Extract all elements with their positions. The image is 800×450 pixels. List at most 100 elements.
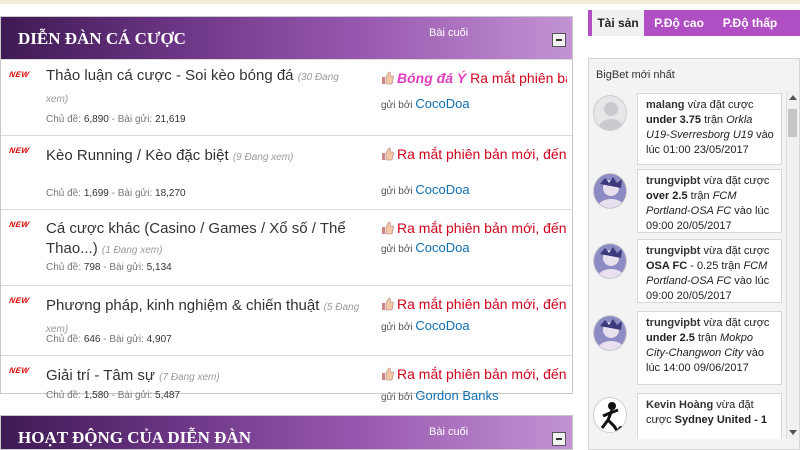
- last-post-column-label: Bài cuối: [429, 426, 469, 438]
- avatar[interactable]: [593, 173, 627, 209]
- posts-label: Bài gửi:: [117, 188, 153, 199]
- forum-title: DIỄN ĐÀN CÁ CƯỢC: [18, 29, 186, 48]
- match-prefix: trận: [721, 260, 741, 272]
- avatar[interactable]: [593, 243, 627, 279]
- bet-pick: over 2.5: [646, 190, 688, 202]
- scroll-thumb[interactable]: [788, 109, 797, 137]
- forum-row: NEW Giải trí - Tâm sự (7 Đang xem) Chủ đ…: [1, 355, 572, 403]
- thumbs-up-icon: [382, 367, 394, 381]
- last-post[interactable]: Ra mắt phiên bản mới, đến...: [381, 296, 567, 312]
- bettor-name[interactable]: trungvipbt: [646, 245, 700, 257]
- bet-bubble: trungvipbt vừa đặt cược over 2.5 trận FC…: [637, 169, 782, 233]
- bettor-name[interactable]: Kevin Hoàng: [646, 399, 713, 411]
- last-post-title[interactable]: Ra mắt phiên bản mới, đến...: [397, 296, 567, 312]
- posts-label: Bài gửi:: [109, 262, 144, 273]
- posts-count: 5,487: [155, 390, 181, 401]
- new-badge-icon: NEW: [8, 296, 31, 305]
- posts-label: Bài gửi:: [109, 334, 144, 345]
- posted-by-label: gửi bởi: [381, 244, 413, 255]
- new-badge-icon: NEW: [8, 146, 31, 155]
- forum-title-text[interactable]: Giải trí - Tâm sự: [46, 367, 155, 384]
- feed-scrollbar[interactable]: [786, 91, 798, 439]
- tab-assets[interactable]: Tài sản: [592, 10, 644, 36]
- forum-stats: Chủ đề: 1,580 - Bài gửi: 5,487: [46, 390, 181, 401]
- author-link[interactable]: CocoDoa: [415, 240, 469, 255]
- forum-row: NEW Cá cược khác (Casino / Games / Xổ số…: [1, 209, 572, 285]
- sidebar-tabs: Tài sản P.Độ cao P.Độ thấp: [588, 10, 800, 36]
- threads-label: Chủ đề:: [46, 390, 82, 401]
- forum-title-text[interactable]: Phương pháp, kinh nghiệm & chiến thuật: [46, 297, 319, 314]
- collapse-button[interactable]: [552, 432, 566, 446]
- user-avatar-icon: [594, 244, 626, 278]
- top-border: [0, 0, 800, 4]
- activity-title: HOẠT ĐỘNG CỦA DIỄN ĐÀN: [18, 428, 251, 447]
- bettor-name[interactable]: malang: [646, 99, 685, 111]
- new-badge-icon: NEW: [8, 220, 31, 229]
- avatar[interactable]: [593, 95, 627, 131]
- footballer-avatar-icon: [594, 398, 626, 432]
- bigbet-panel: BigBet mới nhất malang vừa đặt cược unde…: [588, 58, 800, 450]
- avatar[interactable]: [593, 315, 627, 351]
- author-link[interactable]: Gordon Banks: [415, 388, 498, 403]
- threads-count: 798: [83, 262, 101, 273]
- viewing-count: (7 Đang xem): [159, 372, 220, 383]
- posts-count: 18,270: [155, 188, 186, 199]
- last-post[interactable]: Ra mắt phiên bản mới, đến...: [381, 146, 567, 162]
- forum-stats: Chủ đề: 1,699 - Bài gửi: 18,270: [46, 188, 186, 199]
- avatar[interactable]: [593, 397, 627, 433]
- collapse-button[interactable]: [552, 33, 566, 47]
- author-link[interactable]: CocoDoa: [415, 318, 469, 333]
- posts-label: Bài gửi:: [117, 390, 153, 401]
- match-prefix: trận: [704, 114, 724, 126]
- bet-pick: under 2.5: [646, 332, 695, 344]
- last-post[interactable]: Bóng đá Ý Ra mắt phiên bản mới: [381, 70, 567, 86]
- bet-verb: vừa đặt cược: [703, 245, 770, 257]
- bettor-name[interactable]: trungvipbt: [646, 317, 700, 329]
- activity-panel-header: HOẠT ĐỘNG CỦA DIỄN ĐÀN Bài cuối: [0, 415, 573, 450]
- new-badge-icon: NEW: [8, 366, 31, 375]
- bet-bubble: trungvipbt vừa đặt cược under 2.5 trận M…: [637, 311, 782, 385]
- tab-high-form[interactable]: P.Độ cao: [648, 10, 710, 36]
- last-post-title[interactable]: Ra mắt phiên bản mới, đến...: [397, 220, 567, 236]
- forum-link[interactable]: Thảo luận cá cược - Soi kèo bóng đá (30 …: [46, 66, 361, 110]
- last-post-title[interactable]: Ra mắt phiên bản mới: [470, 70, 567, 86]
- scroll-down-icon[interactable]: [789, 430, 797, 435]
- forum-link[interactable]: Giải trí - Tâm sự (7 Đang xem): [46, 366, 361, 388]
- author-link[interactable]: CocoDoa: [415, 96, 469, 111]
- bigbet-title: BigBet mới nhất: [596, 69, 675, 81]
- last-post[interactable]: Ra mắt phiên bản mới, đến...: [381, 366, 567, 382]
- match-prefix: trận: [697, 332, 717, 344]
- forum-row: NEW Kèo Running / Kèo đặc biệt (9 Đang x…: [1, 135, 572, 209]
- last-post-title[interactable]: Ra mắt phiên bản mới, đến...: [397, 366, 567, 382]
- forum-row: NEW Phương pháp, kinh nghiệm & chiến thu…: [1, 285, 572, 355]
- last-post[interactable]: Ra mắt phiên bản mới, đến...: [381, 220, 567, 236]
- posts-count: 4,907: [146, 334, 172, 345]
- posted-by-label: gửi bởi: [381, 392, 413, 403]
- forum-link[interactable]: Kèo Running / Kèo đặc biệt (9 Đang xem): [46, 146, 361, 168]
- tab-low-form[interactable]: P.Độ thấp: [714, 10, 786, 36]
- bet-verb: vừa đặt cược: [703, 175, 770, 187]
- last-post-author: gửi bởi CocoDoa: [381, 318, 470, 333]
- forum-title-text[interactable]: Cá cược khác (Casino / Games / Xổ số / T…: [46, 220, 346, 257]
- threads-count: 6,890: [83, 114, 109, 125]
- last-post-title[interactable]: Ra mắt phiên bản mới, đến...: [397, 146, 567, 162]
- threads-label: Chủ đề:: [46, 262, 82, 273]
- bet-verb: vừa đặt cược: [703, 317, 770, 329]
- forum-title-text[interactable]: Thảo luận cá cược - Soi kèo bóng đá: [46, 67, 294, 84]
- bet-pick: under 3.75: [646, 114, 702, 126]
- last-post-author: gửi bởi CocoDoa: [381, 182, 470, 197]
- threads-label: Chủ đề:: [46, 334, 82, 345]
- bettor-name[interactable]: trungvipbt: [646, 175, 700, 187]
- forum-stats: Chủ đề: 6,890 - Bài gửi: 21,619: [46, 114, 186, 125]
- forum-link[interactable]: Cá cược khác (Casino / Games / Xổ số / T…: [46, 219, 361, 261]
- author-link[interactable]: CocoDoa: [415, 182, 469, 197]
- scroll-up-icon[interactable]: [789, 95, 797, 100]
- threads-count: 1,699: [83, 188, 109, 199]
- forum-stats: Chủ đề: 646 - Bài gửi: 4,907: [46, 334, 172, 345]
- last-post-category[interactable]: Bóng đá Ý: [397, 70, 466, 86]
- bet-bubble: Kevin Hoàng vừa đặt cược Sydney United -…: [637, 393, 782, 439]
- forum-title-text[interactable]: Kèo Running / Kèo đặc biệt: [46, 147, 229, 164]
- bet-bubble: trungvipbt vừa đặt cược OSA FC - 0.25 tr…: [637, 239, 782, 303]
- new-badge-icon: NEW: [8, 70, 31, 79]
- bigbet-feed: malang vừa đặt cược under 3.75 trận Orkl…: [589, 91, 784, 439]
